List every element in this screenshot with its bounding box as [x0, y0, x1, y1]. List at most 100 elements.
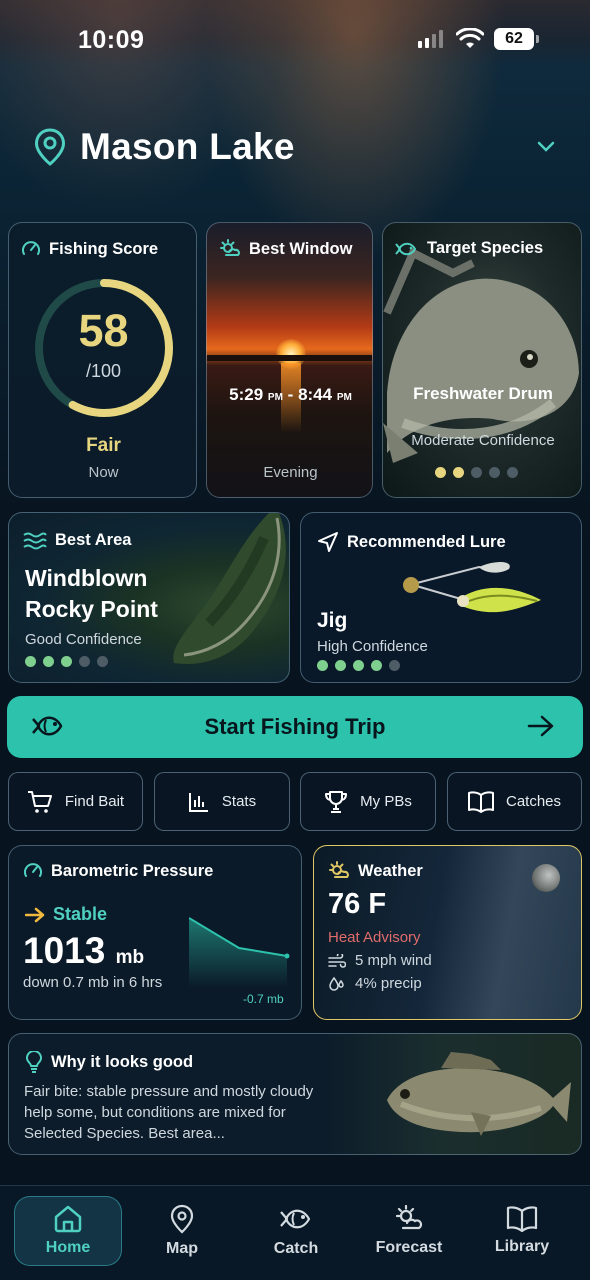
nav-catch-label: Catch — [273, 1240, 319, 1257]
arrow-right-icon — [527, 715, 554, 737]
nav-forecast-label: Forecast — [375, 1239, 443, 1256]
home-icon — [54, 1205, 82, 1233]
horizon — [207, 355, 372, 361]
area-confidence-dot — [61, 656, 72, 667]
lure-image — [403, 561, 541, 613]
area-confidence-dot — [25, 656, 36, 667]
window-end-suffix: PM — [336, 392, 352, 403]
pressure-title: Barometric Pressure — [51, 861, 214, 880]
my-pbs-button[interactable]: My PBs — [300, 772, 436, 831]
score-value: 58 — [78, 305, 129, 356]
wind-icon — [328, 953, 346, 968]
map-pin-icon — [170, 1204, 194, 1234]
status-time: 10:09 — [78, 26, 145, 54]
nav-home-label: Home — [45, 1239, 91, 1256]
best-window-title: Best Window — [249, 239, 353, 258]
species-confidence: Moderate Confidence — [411, 432, 555, 449]
fish-image — [387, 1052, 571, 1136]
sunrise-icon — [220, 239, 240, 256]
find-bait-label: Find Bait — [64, 793, 125, 810]
battery-icon: 62 — [494, 28, 539, 50]
pressure-unit: mb — [115, 947, 145, 968]
weather-precip: 4% precip — [328, 975, 422, 992]
status-bar: 10:09 62 — [0, 0, 590, 80]
best-area-card[interactable]: Best Area Windblown Rocky Point Good Con… — [8, 512, 290, 683]
species-name: Freshwater Drum — [413, 384, 553, 403]
wifi-icon — [456, 28, 484, 48]
target-species-title: Target Species — [427, 239, 544, 257]
lake-name: Mason Lake — [80, 126, 295, 167]
score-rating: Fair — [86, 435, 121, 456]
window-separator: - — [287, 385, 294, 404]
gauge-icon — [24, 863, 42, 877]
fishing-score-card[interactable]: Fishing Score 58 /100 Fair Now — [8, 222, 197, 498]
score-when: Now — [88, 464, 119, 481]
trophy-icon — [325, 790, 348, 813]
species-confidence-dot — [453, 467, 464, 478]
chevron-down-icon[interactable] — [536, 140, 556, 154]
pressure-trend-chart — [189, 917, 290, 988]
fish-image — [383, 247, 579, 463]
fishing-score-title: Fishing Score — [49, 239, 159, 258]
area-confidence-dot — [43, 656, 54, 667]
cart-icon — [27, 790, 52, 813]
nav-catch[interactable]: Catch — [242, 1196, 350, 1266]
species-confidence-dot — [489, 467, 500, 478]
arrow-right-icon — [25, 907, 45, 922]
lake-selector[interactable]: Mason Lake — [34, 126, 295, 168]
lure-confidence-dots — [317, 660, 400, 671]
gauge-icon — [22, 241, 40, 255]
window-start-suffix: PM — [267, 392, 283, 403]
weather-temperature: 76 F — [328, 888, 387, 920]
weather-title: Weather — [358, 861, 423, 880]
lure-name: Jig — [317, 609, 348, 632]
bar-chart-icon — [188, 792, 208, 812]
area-confidence-dot — [97, 656, 108, 667]
area-confidence-dots — [25, 656, 108, 667]
book-icon — [506, 1206, 538, 1232]
find-bait-button[interactable]: Find Bait — [8, 772, 143, 831]
moon-image — [532, 864, 560, 892]
fish-icon — [280, 1209, 311, 1229]
pressure-number: 1013 — [23, 930, 106, 971]
pressure-change: down 0.7 mb in 6 hrs — [23, 974, 163, 991]
best-area-title: Best Area — [55, 531, 132, 549]
lure-title: Recommended Lure — [347, 532, 506, 551]
best-window-card[interactable]: Best Window 5:29 PM - 8:44 PM Evening — [206, 222, 373, 498]
barometric-pressure-card[interactable]: Barometric Pressure Stable 1013 mb down … — [8, 845, 302, 1020]
pressure-value: 1013 mb — [23, 930, 144, 972]
book-icon — [467, 790, 494, 813]
nav-map[interactable]: Map — [128, 1196, 236, 1266]
best-window-time: 5:29 PM - 8:44 PM — [207, 385, 372, 405]
why-description: Fair bite: stable pressure and mostly cl… — [24, 1083, 314, 1142]
best-area-name: Windblown Rocky Point — [25, 565, 158, 622]
target-species-card[interactable]: Target Species Freshwater Drum Moderate … — [382, 222, 582, 498]
nav-forecast[interactable]: Forecast — [355, 1196, 463, 1266]
pressure-trend-label: Stable — [53, 904, 108, 924]
score-max: /100 — [85, 361, 122, 381]
fish-icon — [32, 716, 63, 736]
why-it-looks-good-card[interactable]: Why it looks good Fair bite: stable pres… — [8, 1033, 582, 1155]
start-fishing-trip-button[interactable]: Start Fishing Trip — [7, 696, 583, 758]
species-confidence-dots — [435, 467, 518, 478]
nav-library-label: Library — [494, 1238, 550, 1255]
stats-button[interactable]: Stats — [154, 772, 290, 831]
lure-confidence: High Confidence — [317, 638, 428, 655]
recommended-lure-card[interactable]: Recommended Lure Jig High Confidence — [300, 512, 582, 683]
droplets-icon — [329, 976, 344, 991]
lightbulb-icon — [26, 1051, 42, 1073]
catches-label: Catches — [505, 793, 562, 810]
pressure-trend: Stable — [25, 904, 107, 925]
lure-confidence-dot — [353, 660, 364, 671]
map-pin-icon — [34, 128, 66, 166]
bottom-navigation: Home Map Catch Forecast Library — [0, 1185, 590, 1280]
cellular-signal-icon — [418, 30, 443, 48]
start-fishing-trip-label: Start Fishing Trip — [204, 714, 386, 739]
fish-icon — [395, 242, 416, 255]
nav-home[interactable]: Home — [14, 1196, 122, 1266]
weather-card[interactable]: Weather 76 F Heat Advisory 5 mph wind 4%… — [313, 845, 582, 1020]
nav-library[interactable]: Library — [468, 1196, 576, 1266]
catches-button[interactable]: Catches — [447, 772, 582, 831]
lure-confidence-dot — [371, 660, 382, 671]
lure-confidence-dot — [317, 660, 328, 671]
